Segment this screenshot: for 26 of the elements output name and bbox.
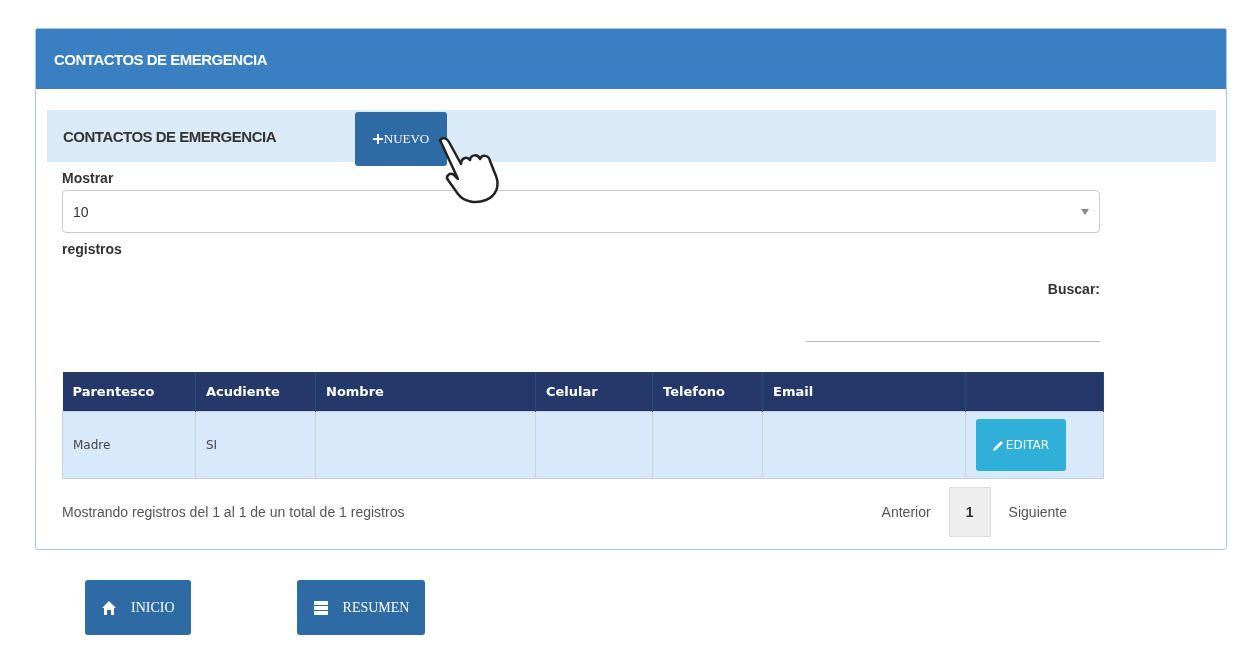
previous-link[interactable]: Anterior	[863, 504, 949, 520]
length-label: Mostrar	[62, 170, 115, 186]
column-header[interactable]: Email	[762, 372, 966, 412]
caret-icon	[1081, 208, 1089, 215]
length-suffix: registros	[62, 241, 123, 257]
home-icon	[101, 599, 117, 616]
column-header[interactable]: Telefono	[652, 372, 763, 412]
table-cell: SI	[195, 411, 316, 479]
new-button[interactable]: NUEVO	[355, 112, 447, 166]
table-info: Mostrando registros del 1 al 1 de un total de 1 registros	[62, 504, 405, 520]
panel-title: CONTACTOS DE EMERGENCIA	[54, 50, 267, 68]
table-cell: Madre	[62, 411, 196, 479]
pencil-icon	[992, 439, 1004, 451]
page-button[interactable]: 1	[948, 487, 991, 537]
column-header[interactable]: Celular	[535, 372, 653, 412]
home-button[interactable]: INICIO	[85, 580, 191, 635]
list-icon	[312, 599, 329, 616]
search-label: Buscar:	[1047, 281, 1100, 297]
plus-icon	[372, 134, 383, 144]
next-link[interactable]: Siguiente	[990, 504, 1085, 520]
section-title: CONTACTOS DE EMERGENCIA	[63, 127, 277, 145]
column-header[interactable]: Parentesco	[62, 372, 196, 412]
column-header[interactable]: Nombre	[315, 372, 536, 412]
summary-button[interactable]: RESUMEN	[296, 580, 426, 635]
column-header[interactable]: Acudiente	[195, 372, 316, 412]
page-length-select[interactable]: 10	[62, 190, 1100, 233]
